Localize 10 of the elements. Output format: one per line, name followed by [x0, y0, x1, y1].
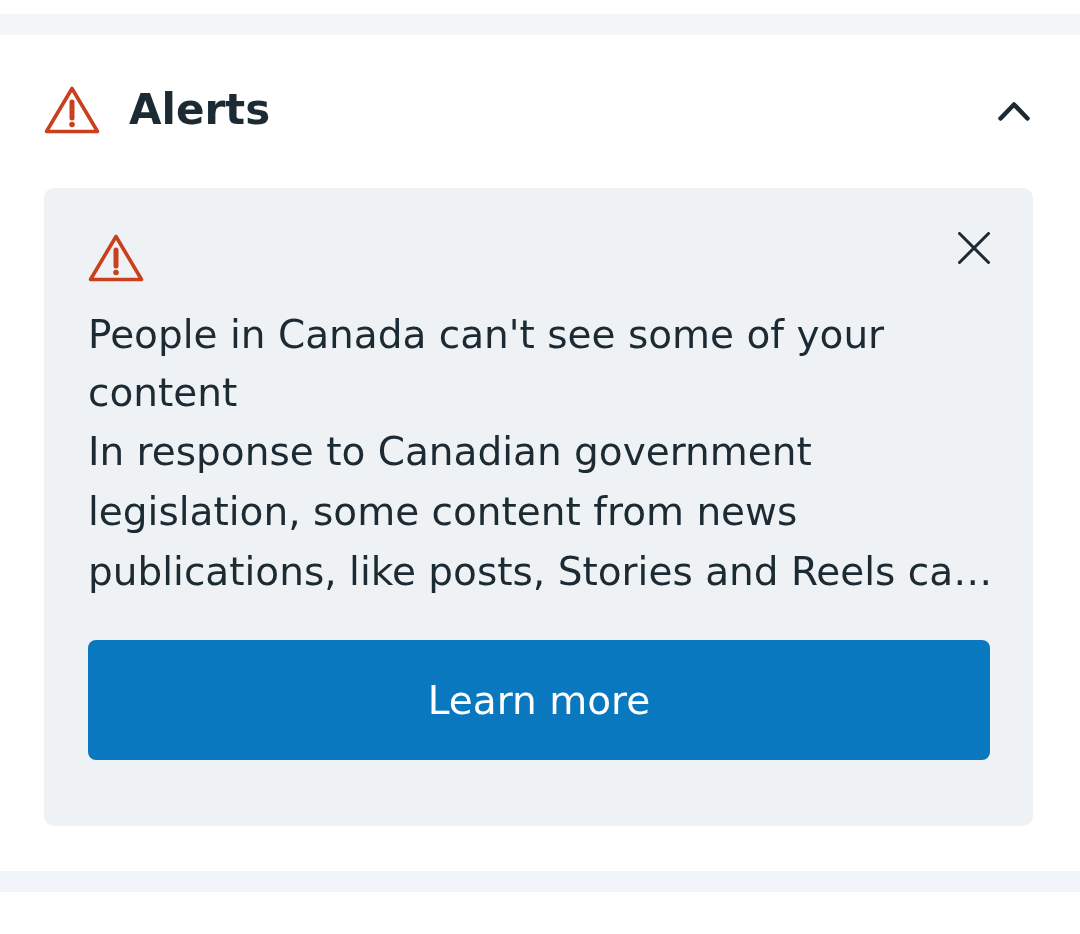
learn-more-button[interactable]: Learn more	[88, 640, 990, 760]
warning-icon	[44, 86, 100, 134]
warning-icon	[88, 234, 144, 282]
alert-message: In response to Canadian government legislation, some content from news publications, like posts, Stories and Reels ca…	[88, 428, 994, 596]
close-button[interactable]	[958, 232, 990, 264]
section-title: Alerts	[129, 85, 272, 135]
close-icon	[958, 232, 990, 264]
collapse-button[interactable]	[998, 101, 1030, 121]
alert-title: People in Canada can't see some of your content	[88, 311, 886, 417]
chevron-up-icon	[998, 101, 1030, 121]
